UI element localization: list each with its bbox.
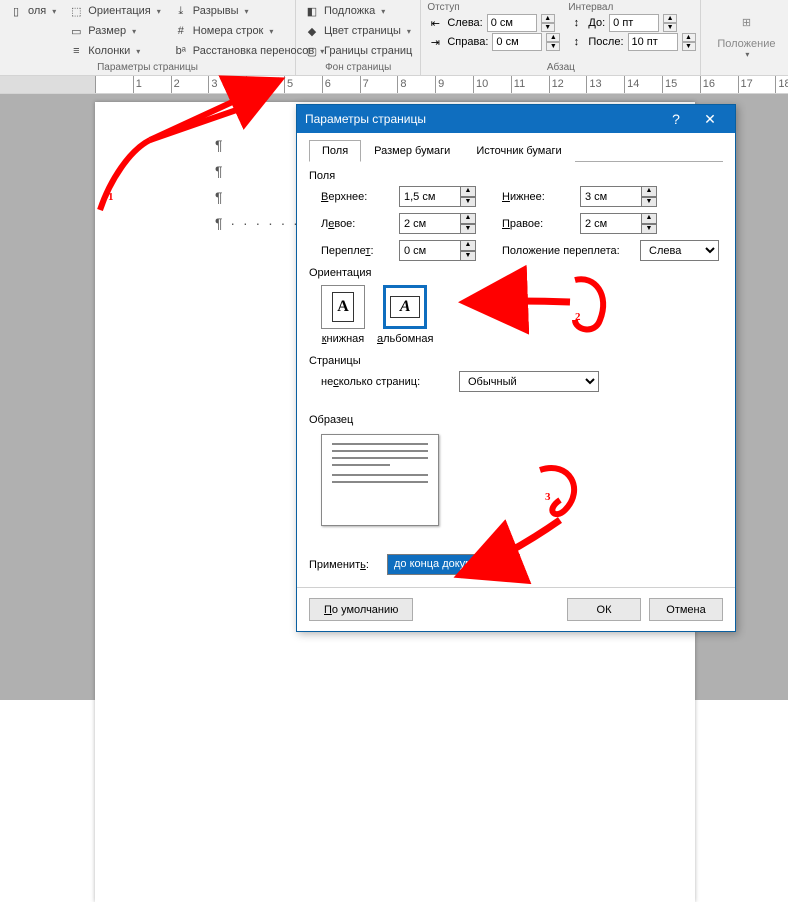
horizontal-ruler[interactable]: 12 345 678 91011 121314 151617 18: [0, 76, 788, 94]
position-icon: ⊞: [730, 6, 762, 38]
spacing-after-icon: ↕: [568, 34, 584, 50]
left-margin-spin[interactable]: ▲▼: [399, 213, 476, 234]
ribbon-group-paragraph: Отступ ⇤ Слева: ▲▼ ⇥ Справа: ▲▼ Интервал: [421, 0, 701, 75]
hyphenation-icon: bᵃ: [173, 43, 189, 59]
multi-pages-select[interactable]: Обычный: [459, 371, 599, 392]
tab-paper-source[interactable]: Источник бумаги: [463, 140, 574, 162]
spacing-after-spin[interactable]: ▲▼: [682, 33, 696, 51]
ribbon-group-page-background: ◧Подложка▾ ◆Цвет страницы▾ ▢Границы стра…: [296, 0, 421, 75]
default-button[interactable]: По умолчанию: [309, 598, 413, 621]
spacing-before: ↕ До: ▲▼: [568, 14, 695, 32]
dialog-title: Параметры страницы: [305, 112, 659, 126]
preview-box: [321, 434, 439, 526]
top-margin-spin[interactable]: ▲▼: [399, 186, 476, 207]
size-btn[interactable]: ▭Размер▾: [66, 22, 162, 40]
close-button[interactable]: ✕: [693, 105, 727, 133]
indent-left-input[interactable]: [487, 14, 537, 32]
indent-left-icon: ⇤: [427, 15, 443, 31]
indent-right-spin[interactable]: ▲▼: [546, 33, 560, 51]
orientation-portrait[interactable]: A книжная: [321, 285, 365, 345]
apply-label: Применить:: [309, 559, 379, 571]
apply-to-select[interactable]: до конца документа▼: [387, 554, 520, 575]
left-margin-label: Левое:: [321, 218, 391, 230]
ok-button[interactable]: ОК: [567, 598, 641, 621]
columns-btn[interactable]: ≡Колонки▾: [66, 42, 162, 60]
page-borders-icon: ▢: [304, 43, 320, 59]
portrait-icon: A: [332, 292, 354, 322]
position-btn[interactable]: ⊞ Положение ▾: [707, 2, 785, 63]
spacing-before-input[interactable]: [609, 14, 659, 32]
fields-group-label: Поля: [309, 170, 723, 182]
spacing-after-input[interactable]: [628, 33, 678, 51]
dialog-titlebar[interactable]: Параметры страницы ? ✕: [297, 105, 735, 133]
breaks-icon: ⤓: [173, 3, 189, 19]
group-label-page-background[interactable]: Фон страницы: [302, 60, 414, 75]
preview-group-label: Образец: [309, 414, 723, 426]
indent-left-spin[interactable]: ▲▼: [541, 14, 555, 32]
page-color-icon: ◆: [304, 23, 320, 39]
line-numbers-icon: #: [173, 23, 189, 39]
orientation-icon: ⬚: [68, 3, 84, 19]
dialog-tabs: Поля Размер бумаги Источник бумаги: [309, 139, 723, 162]
multi-pages-label: несколько страниц:: [321, 376, 451, 388]
indent-right-icon: ⇥: [427, 34, 443, 50]
page-color-btn[interactable]: ◆Цвет страницы▾: [302, 22, 414, 40]
fields-btn[interactable]: ▯оля▾: [6, 2, 58, 20]
group-label-paragraph[interactable]: Абзац: [427, 60, 694, 75]
spacing-before-spin[interactable]: ▲▼: [663, 14, 677, 32]
indent-right: ⇥ Справа: ▲▼: [427, 33, 560, 51]
spacing-after: ↕ После: ▲▼: [568, 33, 695, 51]
orientation-btn[interactable]: ⬚Ориентация▾: [66, 2, 162, 20]
cancel-button[interactable]: Отмена: [649, 598, 723, 621]
bottom-margin-label: Нижнее:: [502, 191, 572, 203]
ribbon: ▯оля▾ ⬚Ориентация▾ ▭Размер▾ ≡Колонки▾ ⤓Р…: [0, 0, 788, 76]
group-label-page-setup[interactable]: Параметры страницы: [6, 60, 289, 75]
watermark-icon: ◧: [304, 3, 320, 19]
ribbon-group-arrange: ⊞ Положение ▾: [701, 0, 788, 75]
indent-title: Отступ: [427, 2, 560, 13]
margins-icon: ▯: [8, 3, 24, 19]
gutter-spin[interactable]: ▲▼: [399, 240, 476, 261]
bottom-margin-spin[interactable]: ▲▼: [580, 186, 657, 207]
right-margin-spin[interactable]: ▲▼: [580, 213, 657, 234]
page-setup-dialog: Параметры страницы ? ✕ Поля Размер бумаг…: [296, 104, 736, 632]
gutter-pos-select[interactable]: Слева: [640, 240, 719, 261]
spacing-title: Интервал: [568, 2, 695, 13]
indent-left: ⇤ Слева: ▲▼: [427, 14, 560, 32]
top-margin-label: Верхнее:: [321, 191, 391, 203]
gutter-label: Переплет:: [321, 245, 391, 257]
landscape-icon: A: [390, 296, 420, 318]
gutter-pos-label: Положение переплета:: [502, 245, 632, 257]
size-icon: ▭: [68, 23, 84, 39]
pages-group-label: Страницы: [309, 355, 723, 367]
page-borders-btn[interactable]: ▢Границы страниц: [302, 42, 414, 60]
orientation-landscape[interactable]: A альбомная: [377, 285, 433, 345]
indent-right-input[interactable]: [492, 33, 542, 51]
help-button[interactable]: ?: [659, 105, 693, 133]
tab-paper-size[interactable]: Размер бумаги: [361, 140, 463, 162]
columns-icon: ≡: [68, 43, 84, 59]
orientation-group-label: Ориентация: [309, 267, 723, 279]
watermark-btn[interactable]: ◧Подложка▾: [302, 2, 414, 20]
ribbon-group-page-setup: ▯оля▾ ⬚Ориентация▾ ▭Размер▾ ≡Колонки▾ ⤓Р…: [0, 0, 296, 75]
tab-fields[interactable]: Поля: [309, 140, 361, 162]
right-margin-label: Правое:: [502, 218, 572, 230]
spacing-before-icon: ↕: [568, 15, 584, 31]
